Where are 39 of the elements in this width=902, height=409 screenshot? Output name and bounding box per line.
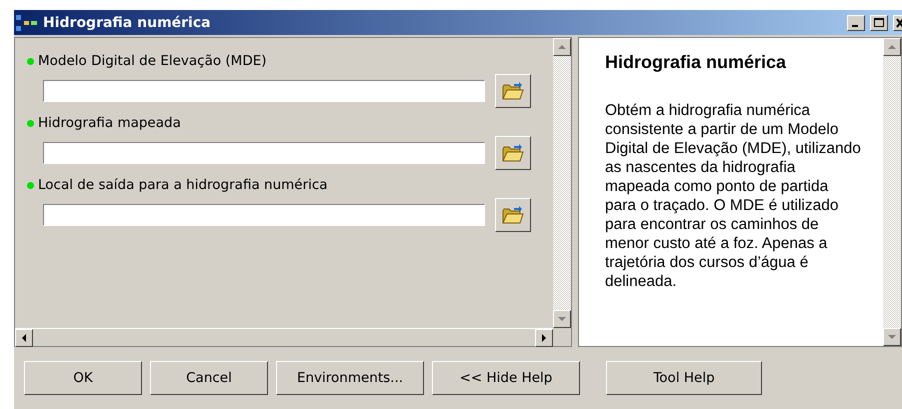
browse-button[interactable] — [495, 74, 531, 108]
scroll-right-button[interactable] — [535, 329, 553, 347]
maximize-icon[interactable] — [870, 14, 888, 30]
close-icon[interactable] — [893, 14, 902, 30]
scroll-down-button[interactable] — [553, 310, 571, 328]
parameter-label: Local de saída para a hidrografia numérica — [38, 177, 328, 193]
left-arrow-icon — [22, 334, 26, 342]
parameter-label: Modelo Digital de Elevação (MDE) — [38, 53, 267, 69]
scroll-down-button[interactable] — [883, 328, 901, 346]
up-arrow-icon — [888, 45, 896, 49]
app-icon — [16, 14, 40, 30]
scroll-left-button[interactable] — [15, 329, 33, 347]
up-arrow-icon — [558, 45, 566, 49]
dialog-button[interactable]: << Hide Help — [432, 361, 580, 395]
browse-button[interactable] — [495, 136, 531, 170]
dialog-button[interactable]: Environments... — [276, 361, 424, 395]
folder-icon — [502, 81, 524, 101]
input-field[interactable] — [43, 142, 485, 164]
browse-button[interactable] — [495, 198, 531, 232]
dialog-button[interactable]: OK — [24, 361, 142, 395]
scroll-up-button[interactable] — [553, 38, 571, 56]
help-title: Hidrografia numérica — [605, 52, 788, 73]
folder-icon — [502, 205, 524, 225]
dialog-button[interactable]: Cancel — [150, 361, 268, 395]
horizontal-scrollbar[interactable] — [15, 328, 553, 346]
scroll-up-button[interactable] — [883, 38, 901, 56]
down-arrow-icon — [888, 335, 896, 339]
input-field[interactable] — [43, 80, 485, 102]
vertical-scrollbar[interactable] — [883, 38, 901, 346]
minimize-icon[interactable] — [847, 14, 865, 30]
down-arrow-icon — [558, 317, 566, 321]
folder-icon — [502, 143, 524, 163]
input-field[interactable] — [43, 204, 485, 226]
help-text: Obtém a hidrografia numérica consistente a partir de um Modelo Digital de Elevação (MDE), utilizando as nascentes da hidrografia mapeada como ponto de partida para o traçado. O MDE é utilizado para encontrar os caminhos de menor custo até a foz. Apenas a trajetória dos cursos d’água é delineada. — [605, 101, 861, 291]
parameter-label: Hidrografia mapeada — [38, 115, 181, 131]
window-title: Hidrografia numérica — [43, 14, 212, 30]
right-arrow-icon — [542, 334, 546, 342]
vertical-scrollbar[interactable] — [553, 38, 571, 328]
dialog-button[interactable]: Tool Help — [606, 361, 762, 395]
